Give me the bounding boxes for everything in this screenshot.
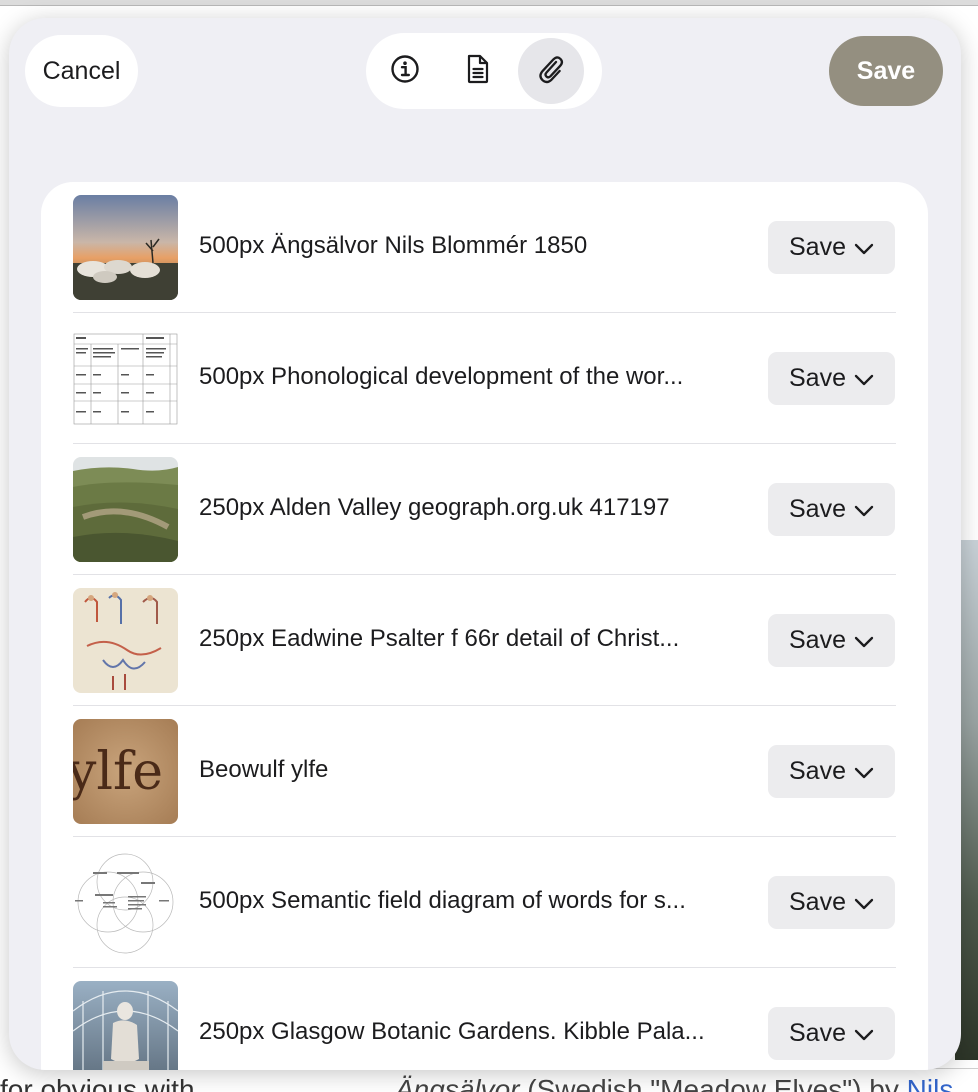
attachment-thumbnail (73, 326, 178, 431)
row-save-label: Save (789, 757, 846, 785)
attachment-title: 250px Glasgow Botanic Gardens. Kibble Pa… (199, 1018, 705, 1045)
thumb-text: ylfe (73, 742, 163, 802)
list-item[interactable]: 250px Eadwine Psalter f 66r detail of Ch… (41, 575, 928, 706)
row-save-button[interactable]: Save (768, 483, 895, 536)
caption-plain: (Swedish "Meadow Elves") by (519, 1074, 907, 1092)
chevron-down-icon (854, 495, 874, 524)
list-item[interactable]: 250px Alden Valley geograph.org.uk 41719… (41, 444, 928, 575)
attachment-title: 250px Alden Valley geograph.org.uk 41719… (199, 494, 670, 521)
cancel-button[interactable]: Cancel (25, 35, 138, 107)
list-item[interactable]: 500px Semantic field diagram of words fo… (41, 837, 928, 968)
save-button[interactable]: Save (829, 36, 943, 106)
row-save-label: Save (789, 626, 846, 654)
attachment-title: 250px Eadwine Psalter f 66r detail of Ch… (199, 625, 680, 652)
attachments-list: 500px Ängsälvor Nils Blommér 1850 Save 5… (41, 182, 928, 1070)
attachment-thumbnail (73, 981, 178, 1070)
info-icon (390, 54, 420, 89)
row-save-label: Save (789, 233, 846, 261)
row-save-label: Save (789, 364, 846, 392)
list-item[interactable]: 500px Phonological development of the wo… (41, 313, 928, 444)
chevron-down-icon (854, 1019, 874, 1048)
chevron-down-icon (854, 757, 874, 786)
list-item[interactable]: ylfe Beowulf ylfe Save (41, 706, 928, 837)
background-toolbar (0, 0, 978, 6)
attachments-sheet: Cancel Save 500px Ängsälvor Nils Blommér… (9, 18, 961, 1070)
paperclip-icon (535, 53, 567, 90)
row-save-label: Save (789, 495, 846, 523)
list-item[interactable]: 500px Ängsälvor Nils Blommér 1850 Save (41, 182, 928, 313)
caption-link[interactable]: Nils (907, 1074, 954, 1092)
document-segment[interactable] (445, 38, 511, 104)
paperclip-segment[interactable] (518, 38, 584, 104)
attachment-thumbnail (73, 850, 178, 955)
attachment-title: 500px Phonological development of the wo… (199, 363, 684, 390)
row-save-button[interactable]: Save (768, 745, 895, 798)
row-save-button[interactable]: Save (768, 221, 895, 274)
attachment-title: Beowulf ylfe (199, 756, 329, 783)
row-save-label: Save (789, 888, 846, 916)
row-save-button[interactable]: Save (768, 876, 895, 929)
chevron-down-icon (854, 888, 874, 917)
row-save-button[interactable]: Save (768, 1007, 895, 1060)
background-caption: Ängsälvor (Swedish "Meadow Elves") by Ni… (395, 1074, 953, 1092)
attachment-thumbnail: ylfe (73, 719, 178, 824)
attachment-thumbnail (73, 457, 178, 562)
attachment-title: 500px Ängsälvor Nils Blommér 1850 (199, 232, 588, 259)
row-save-button[interactable]: Save (768, 352, 895, 405)
segmented-control (366, 33, 602, 109)
info-segment[interactable] (372, 38, 438, 104)
chevron-down-icon (854, 626, 874, 655)
caption-italic: Ängsälvor (395, 1074, 520, 1092)
attachment-title: 500px Semantic field diagram of words fo… (199, 887, 686, 914)
document-icon (463, 53, 493, 90)
list-item[interactable]: 250px Glasgow Botanic Gardens. Kibble Pa… (41, 968, 928, 1070)
attachment-thumbnail (73, 588, 178, 693)
chevron-down-icon (854, 364, 874, 393)
background-left-text: for obvious with (0, 1074, 195, 1092)
chevron-down-icon (854, 233, 874, 262)
row-save-label: Save (789, 1019, 846, 1047)
attachment-thumbnail (73, 195, 178, 300)
row-save-button[interactable]: Save (768, 614, 895, 667)
